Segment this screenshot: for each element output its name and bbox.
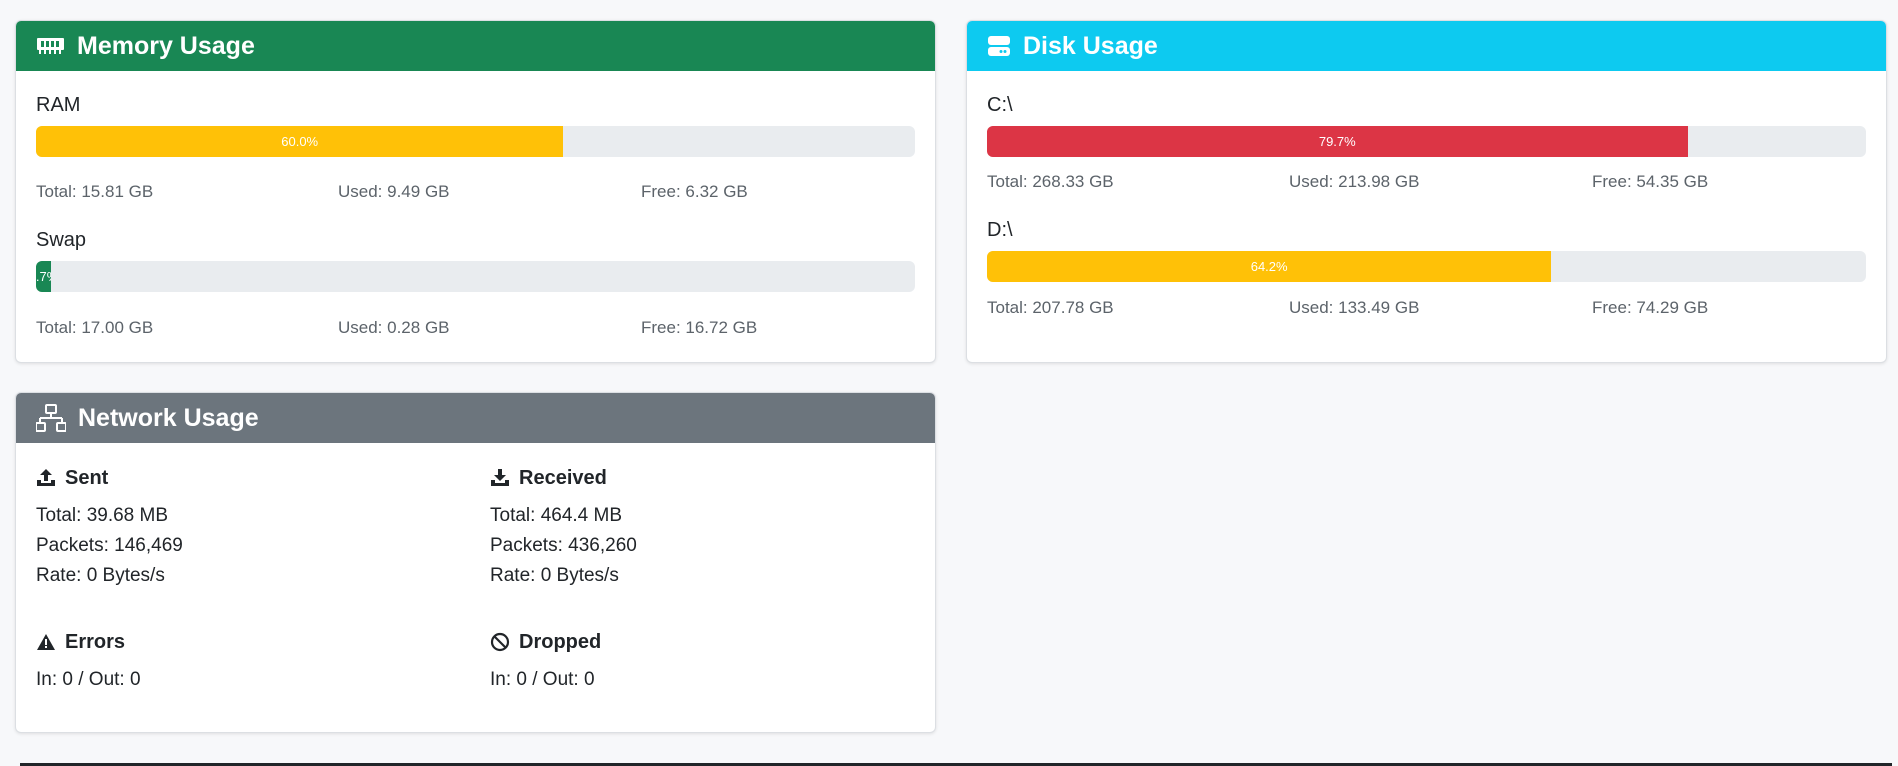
disk-d-progress-bar: 64.2% — [987, 251, 1866, 282]
disk-c-used: Used: 213.98 GB — [1289, 172, 1420, 191]
sent-title: Sent — [36, 465, 183, 491]
network-card-title: Network Usage — [78, 403, 259, 432]
sent-rate: Rate: 0 Bytes/s — [36, 565, 165, 586]
memory-card-title: Memory Usage — [77, 31, 255, 60]
swap-percent: 1.7% — [36, 269, 51, 284]
dropped-section: Dropped In: 0 / Out: 0 — [490, 629, 601, 695]
ram-progress-bar: 60.0% — [36, 126, 915, 157]
hard-drive-icon — [987, 35, 1011, 57]
errors-value: In: 0 / Out: 0 — [36, 669, 141, 690]
disk-d-progress-fill: 64.2% — [987, 251, 1552, 282]
disk-card-title: Disk Usage — [1023, 31, 1158, 60]
received-total: Total: 464.4 MB — [490, 505, 623, 526]
ram-progress-fill: 60.0% — [36, 126, 564, 157]
sent-section: Sent Total: 39.68 MB Packets: 146,469 Ra… — [36, 465, 183, 591]
errors-section: Errors In: 0 / Out: 0 — [36, 629, 141, 695]
dropped-value: In: 0 / Out: 0 — [490, 669, 595, 690]
ram-free: Free: 6.32 GB — [641, 182, 748, 201]
disk-d-used: Used: 133.49 GB — [1289, 298, 1420, 317]
memory-card-header: Memory Usage — [16, 21, 935, 71]
disk-usage-card: Disk Usage C:\ 79.7% Total: 268.33 GB Us… — [966, 20, 1887, 363]
memory-icon — [36, 35, 65, 57]
disk-c-progress-bar: 79.7% — [987, 126, 1866, 157]
download-icon — [490, 468, 510, 488]
disk-card-header: Disk Usage — [967, 21, 1886, 71]
disk-d-free: Free: 74.29 GB — [1592, 298, 1709, 317]
ram-percent: 60.0% — [281, 134, 319, 149]
ban-icon — [490, 632, 510, 652]
upload-icon — [36, 468, 56, 488]
disk-c-free: Free: 54.35 GB — [1592, 172, 1709, 191]
disk-d-label: D:\ — [987, 219, 1013, 241]
disk-c-label: C:\ — [987, 94, 1013, 116]
errors-title: Errors — [36, 629, 141, 655]
swap-progress-bar: 1.7% — [36, 261, 915, 292]
disk-d-percent: 64.2% — [1250, 259, 1288, 274]
network-usage-card: Network Usage Sent Total: 39.68 MB Packe… — [15, 392, 936, 733]
swap-label: Swap — [36, 229, 87, 251]
network-icon — [36, 404, 66, 432]
ram-label: RAM — [36, 94, 81, 116]
swap-progress-fill: 1.7% — [36, 261, 51, 292]
disk-c-progress-fill: 79.7% — [987, 126, 1688, 157]
received-section: Received Total: 464.4 MB Packets: 436,26… — [490, 465, 637, 591]
ram-used: Used: 9.49 GB — [338, 182, 450, 201]
received-packets: Packets: 436,260 — [490, 535, 637, 556]
network-card-header: Network Usage — [16, 393, 935, 443]
disk-c-percent: 79.7% — [1318, 134, 1356, 149]
disk-c-total: Total: 268.33 GB — [987, 172, 1114, 191]
ram-total: Total: 15.81 GB — [36, 182, 154, 201]
received-title: Received — [490, 465, 637, 491]
disk-d-total: Total: 207.78 GB — [987, 298, 1114, 317]
warning-icon — [36, 633, 56, 651]
swap-free: Free: 16.72 GB — [641, 318, 758, 337]
memory-usage-card: Memory Usage RAM 60.0% Total: 15.81 GB U… — [15, 20, 936, 363]
sent-total: Total: 39.68 MB — [36, 505, 169, 526]
received-rate: Rate: 0 Bytes/s — [490, 565, 619, 586]
sent-packets: Packets: 146,469 — [36, 535, 183, 556]
swap-used: Used: 0.28 GB — [338, 318, 450, 337]
swap-total: Total: 17.00 GB — [36, 318, 154, 337]
dropped-title: Dropped — [490, 629, 601, 655]
